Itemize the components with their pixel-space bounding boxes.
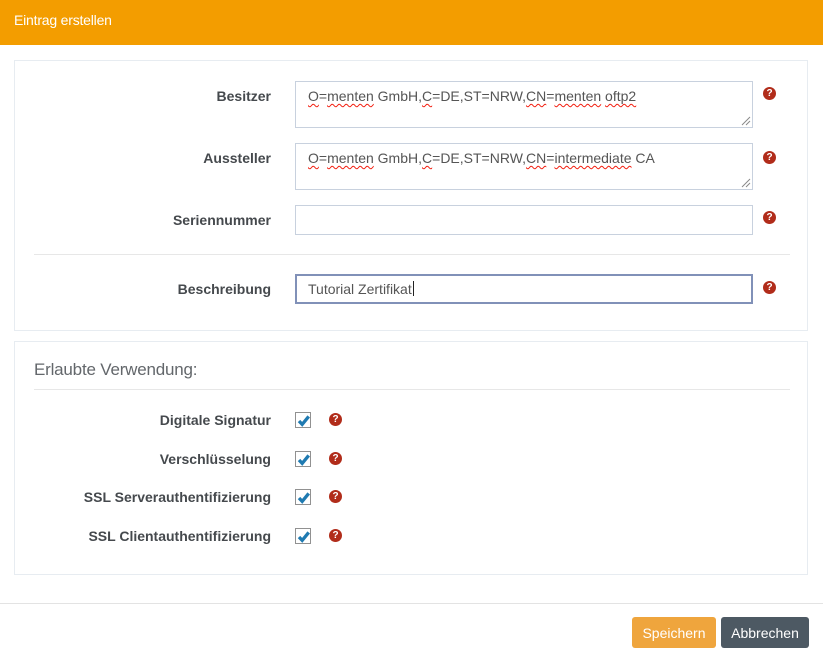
beschreibung-label: Beschreibung — [15, 279, 271, 299]
digitale-signatur-label: Digitale Signatur — [15, 410, 271, 430]
question-circle-icon[interactable]: ? — [763, 151, 776, 164]
seriennummer-label: Seriennummer — [15, 210, 271, 230]
beschreibung-input[interactable]: Tutorial Zertifikat — [295, 274, 753, 304]
verschluesselung-checkbox[interactable] — [295, 451, 311, 467]
question-circle-icon[interactable]: ? — [763, 281, 776, 294]
check-icon — [296, 452, 312, 468]
ssl-server-checkbox[interactable] — [295, 489, 311, 505]
question-circle-icon[interactable]: ? — [329, 413, 342, 426]
certificate-form-panel: Besitzer O=menten GmbH,C=DE,ST=NRW,CN=me… — [14, 60, 808, 331]
dialog-title: Eintrag erstellen — [14, 0, 112, 41]
check-icon — [296, 529, 312, 545]
question-circle-icon[interactable]: ? — [329, 490, 342, 503]
check-icon — [296, 413, 312, 429]
footer-divider — [0, 603, 823, 604]
ssl-client-label: SSL Clientauthentifizierung — [15, 526, 271, 546]
aussteller-textarea[interactable]: O=menten GmbH,C=DE,ST=NRW,CN=intermediat… — [295, 143, 753, 190]
besitzer-label: Besitzer — [15, 86, 271, 106]
ssl-server-label: SSL Serverauthentifizierung — [15, 487, 271, 507]
usage-panel: Erlaubte Verwendung: Digitale Signatur ?… — [14, 341, 808, 575]
seriennummer-input[interactable] — [295, 205, 753, 235]
besitzer-textarea[interactable]: O=menten GmbH,C=DE,ST=NRW,CN=menten oftp… — [295, 81, 753, 128]
section-divider — [34, 389, 790, 390]
question-circle-icon[interactable]: ? — [763, 211, 776, 224]
check-icon — [296, 490, 312, 506]
question-circle-icon[interactable]: ? — [329, 452, 342, 465]
question-circle-icon[interactable]: ? — [763, 87, 776, 100]
question-circle-icon[interactable]: ? — [329, 529, 342, 542]
textarea-resize-handle[interactable] — [740, 115, 751, 126]
verschluesselung-label: Verschlüsselung — [15, 449, 271, 469]
usage-section-title: Erlaubte Verwendung: — [34, 358, 197, 382]
digitale-signatur-checkbox[interactable] — [295, 412, 311, 428]
aussteller-label: Aussteller — [15, 148, 271, 168]
cancel-button[interactable]: Abbrechen — [721, 617, 809, 648]
textarea-resize-handle[interactable] — [740, 177, 751, 188]
save-button[interactable]: Speichern — [632, 617, 716, 648]
text-caret — [413, 281, 414, 296]
ssl-client-checkbox[interactable] — [295, 528, 311, 544]
form-divider — [34, 254, 790, 255]
dialog-header: Eintrag erstellen — [0, 0, 823, 45]
